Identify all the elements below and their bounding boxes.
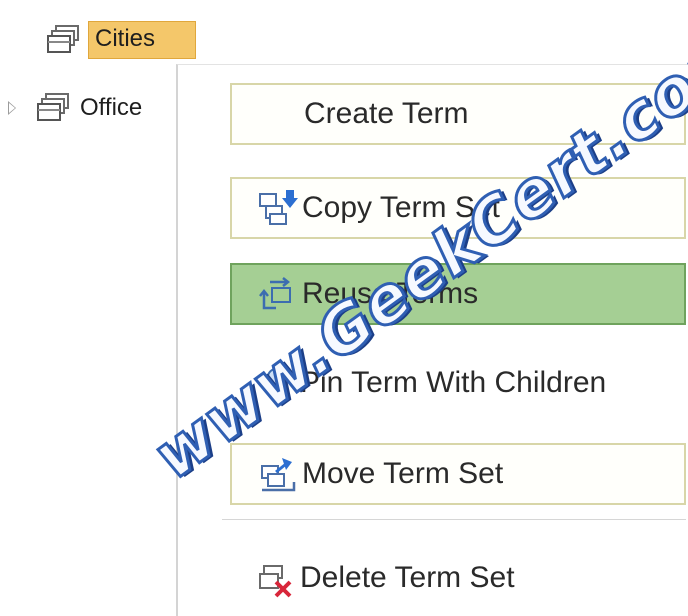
- pin-term-icon: [266, 368, 286, 401]
- menu-separator: [222, 519, 686, 520]
- menu-item-label: Delete Term Set: [300, 561, 515, 594]
- menu-item-reuse-terms[interactable]: Reuse Terms: [230, 263, 686, 325]
- menu-item-label: Pin Term With Children: [300, 366, 607, 399]
- menu-item-label: Copy Term Set: [302, 191, 500, 224]
- menu-item-pin-term-with-children[interactable]: Pin Term With Children: [230, 352, 686, 414]
- menu-item-label: Reuse Terms: [302, 277, 479, 310]
- tree-item-label: Cities: [88, 21, 197, 59]
- term-set-icon: [37, 93, 69, 121]
- menu-item-label: Move Term Set: [302, 457, 504, 490]
- menu-item-label: Create Term: [304, 97, 469, 130]
- copy-term-set-icon: [259, 190, 298, 225]
- menu-item-copy-term-set[interactable]: Copy Term Set: [230, 177, 686, 239]
- tree-item-cities[interactable]: Cities: [44, 20, 197, 60]
- expand-arrow-icon[interactable]: [8, 101, 16, 115]
- delete-term-set-icon: [259, 565, 292, 598]
- tree-item-office[interactable]: Office: [8, 88, 142, 128]
- move-term-set-icon: [261, 458, 296, 492]
- term-set-icon: [47, 25, 79, 53]
- menu-item-delete-term-set[interactable]: Delete Term Set: [230, 547, 686, 609]
- menu-item-move-term-set[interactable]: Move Term Set: [230, 443, 686, 505]
- menu-item-create-term[interactable]: Create Term: [230, 83, 686, 145]
- context-menu: Create Term Copy Term Set Reuse Terms Pi…: [176, 64, 688, 616]
- reuse-terms-icon: [259, 277, 291, 310]
- tree-item-label: Office: [80, 94, 143, 121]
